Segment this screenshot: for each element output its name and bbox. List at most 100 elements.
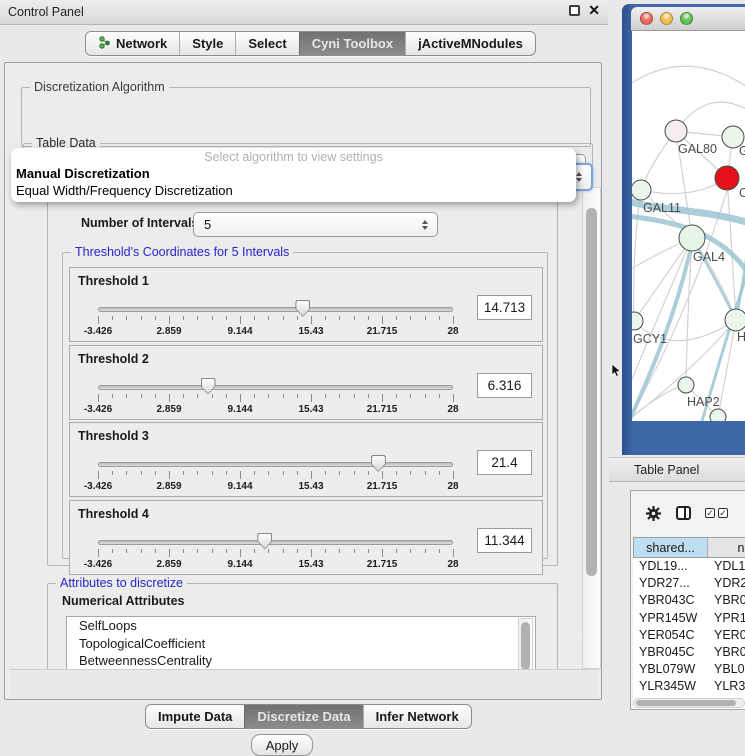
table-row[interactable]: YLR345WYLR3	[633, 678, 745, 695]
slider-tick-label: 2.859	[156, 559, 181, 570]
slider-tick	[453, 471, 454, 479]
numerical-attributes-list[interactable]: SelfLoopsTopologicalCoefficientBetweenne…	[66, 616, 536, 669]
table-row[interactable]: YBL079WYBL0	[633, 661, 745, 678]
tab-style[interactable]: Style	[179, 32, 235, 55]
slider-tick	[268, 471, 269, 475]
threshold-label: Threshold 2	[78, 352, 149, 366]
threshold-coordinates-group-title: Threshold's Coordinates for 5 Intervals	[71, 245, 293, 259]
slider-tick	[325, 316, 326, 320]
network-node[interactable]	[632, 180, 651, 200]
slider-tick	[254, 471, 255, 475]
tab-select[interactable]: Select	[235, 32, 298, 55]
slider-tick-label: 15.43	[298, 404, 323, 415]
table-panel-toolbar: ✓ ✓	[631, 491, 745, 535]
slider-track[interactable]	[98, 462, 453, 467]
threshold-label: Threshold 3	[78, 429, 149, 443]
table-column-header[interactable]: shared...	[634, 538, 708, 557]
table-row[interactable]: YDR27...YDR2	[633, 575, 745, 592]
slider-handle[interactable]	[201, 378, 216, 395]
attribute-list-item[interactable]: SelfLoops	[67, 617, 535, 635]
menu-item-manual-discretization[interactable]: Manual Discretization	[11, 166, 576, 183]
slider-tick	[112, 471, 113, 475]
attribute-list-item[interactable]: TopologicalCoefficient	[67, 635, 535, 653]
tab-impute-data[interactable]: Impute Data	[146, 705, 244, 728]
tab-discretize-data[interactable]: Discretize Data	[244, 705, 362, 728]
slider-tick	[226, 549, 227, 553]
network-node[interactable]	[725, 309, 745, 331]
slider-tick	[311, 549, 312, 557]
num-intervals-value: 5	[204, 217, 211, 232]
network-node[interactable]	[679, 225, 705, 251]
slider-track[interactable]	[98, 385, 453, 390]
table-cell: YBR043C	[633, 592, 708, 609]
threshold-4-panel: Threshold 4-3.4262.8599.14415.4321.71528…	[69, 500, 543, 575]
close-icon[interactable]: ✕	[588, 5, 600, 16]
scrollbar-thumb[interactable]	[521, 622, 530, 669]
slider-tick	[98, 549, 99, 557]
checkbox-icon[interactable]: ✓	[705, 508, 715, 518]
slider-tick	[141, 394, 142, 398]
slider-tick-label: -3.426	[84, 481, 112, 492]
table-cell: YBL0	[708, 661, 745, 678]
tab-infer-network[interactable]: Infer Network	[363, 705, 471, 728]
network-canvas[interactable]: GAL80GCGAL11GAL4GCY1HHAP2	[632, 31, 745, 421]
tab-network[interactable]: Network	[86, 32, 179, 55]
threshold-value-field[interactable]: 21.4	[477, 450, 532, 475]
attribute-list-item[interactable]: BetweennessCentrality	[67, 652, 535, 669]
slider-handle[interactable]	[295, 300, 310, 317]
table-row[interactable]: YBR045CYBR0	[633, 644, 745, 661]
panel-scrollbar[interactable]	[582, 187, 601, 669]
tab-jactivemnodules[interactable]: jActiveMNodules	[405, 32, 535, 55]
network-node[interactable]	[715, 166, 739, 190]
slider-tick-label: 2.859	[156, 404, 181, 415]
table-row[interactable]: YPR145WYPR1	[633, 610, 745, 627]
table-row[interactable]: YDL19...YDL1	[633, 558, 745, 575]
mac-minimize-button[interactable]	[660, 12, 673, 25]
slider-tick-label: 15.43	[298, 559, 323, 570]
slider-tick	[126, 394, 127, 398]
num-intervals-combo[interactable]: 5	[193, 212, 438, 237]
threshold-value-field[interactable]: 11.344	[477, 528, 532, 553]
attribute-list-scrollbar[interactable]	[518, 618, 533, 669]
slider-handle[interactable]	[257, 533, 272, 550]
slider-tick	[368, 549, 369, 553]
slider-tick	[268, 316, 269, 320]
mac-zoom-button[interactable]	[680, 12, 693, 25]
table-row[interactable]: YBR043CYBR0	[633, 592, 745, 609]
threshold-value-field[interactable]: 6.316	[477, 373, 532, 398]
threshold-label: Threshold 1	[78, 274, 149, 288]
table-hscrollbar[interactable]	[633, 698, 745, 708]
scrollbar-thumb[interactable]	[586, 208, 597, 576]
slider-tick	[410, 316, 411, 320]
slider-tick	[226, 316, 227, 320]
slider-tick	[354, 549, 355, 553]
scrollbar-thumb[interactable]	[636, 700, 736, 706]
slider-track[interactable]	[98, 307, 453, 312]
gear-icon[interactable]	[645, 505, 662, 522]
table-header-row: shared...na	[633, 537, 745, 558]
menu-item-equal-width-discretization[interactable]: Equal Width/Frequency Discretization	[11, 183, 576, 200]
network-node[interactable]	[665, 120, 687, 142]
slider-tick-label: -3.426	[84, 404, 112, 415]
mac-close-button[interactable]	[640, 12, 653, 25]
checkbox-icon[interactable]: ✓	[718, 508, 728, 518]
split-columns-icon[interactable]	[676, 506, 691, 520]
table-cell: YDR27...	[633, 575, 708, 592]
slider-tick-label: 28	[447, 404, 458, 415]
table-cell: YPR1	[708, 610, 745, 627]
slider-handle[interactable]	[371, 455, 386, 472]
slider-tick	[268, 549, 269, 553]
network-node[interactable]	[710, 409, 726, 421]
table-column-header[interactable]: na	[708, 538, 745, 557]
slider-track[interactable]	[98, 540, 453, 545]
network-view-window: GAL80GCGAL11GAL4GCY1HHAP2	[622, 4, 745, 455]
attributes-group: Attributes to discretize Numerical Attri…	[47, 583, 558, 669]
table-row[interactable]: YER054CYER0	[633, 627, 745, 644]
apply-button[interactable]: Apply	[251, 734, 313, 756]
network-node-label: GAL4	[693, 250, 725, 264]
tab-cyni-toolbox[interactable]: Cyni Toolbox	[299, 32, 405, 55]
network-node[interactable]	[678, 377, 694, 393]
slider-tick-label: 15.43	[298, 481, 323, 492]
threshold-value-field[interactable]: 14.713	[477, 295, 532, 320]
float-window-icon[interactable]	[569, 5, 580, 16]
